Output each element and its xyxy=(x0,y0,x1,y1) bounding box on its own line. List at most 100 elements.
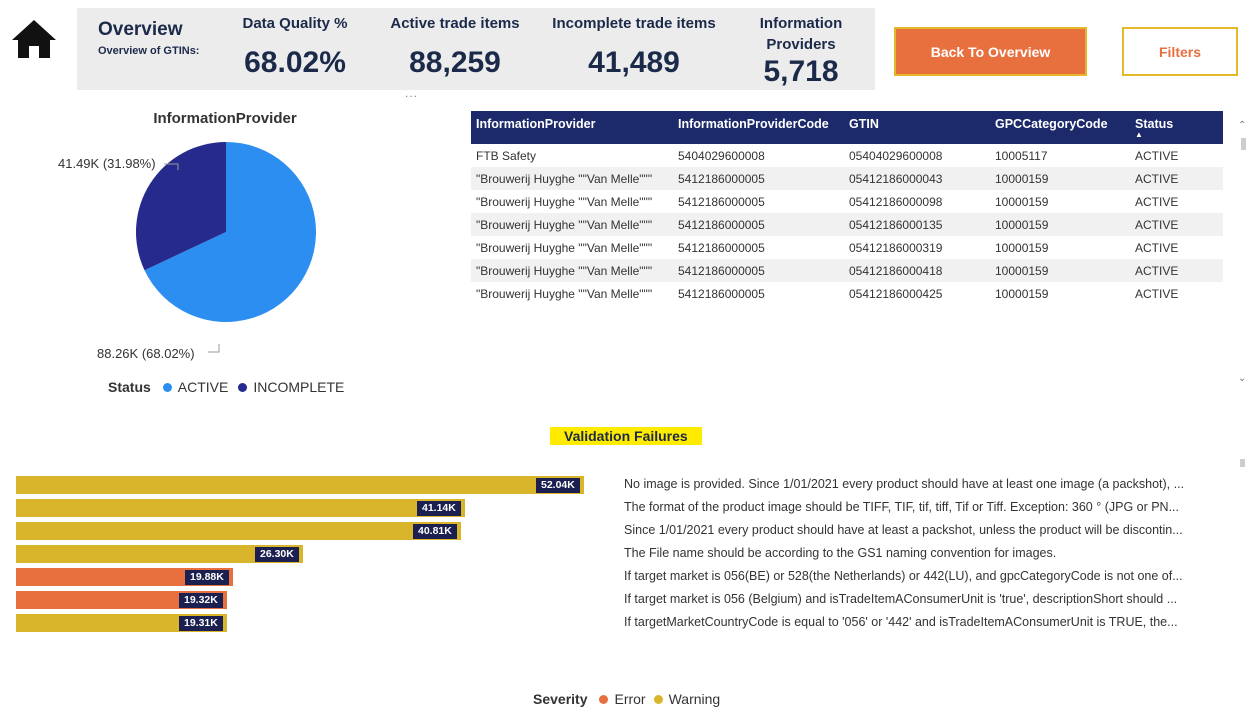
cell-provider: FTB Safety xyxy=(476,149,537,163)
kpi-panel: Overview Overview of GTINs: Data Quality… xyxy=(77,8,875,100)
severity-legend: Severity Error Warning xyxy=(533,691,720,707)
cell-gpc: 10000159 xyxy=(990,213,1130,236)
legend-item-error[interactable]: Error xyxy=(614,691,645,707)
column-header-information-provider[interactable]: InformationProvider xyxy=(471,111,673,144)
filters-button[interactable]: Filters xyxy=(1122,27,1238,76)
validation-rule-text: The format of the product image should b… xyxy=(624,500,1180,514)
validation-bar-row[interactable]: 19.32K xyxy=(16,591,584,609)
kpi-active-items: Active trade items 88,259 xyxy=(375,13,535,80)
legend-item-incomplete[interactable]: INCOMPLETE xyxy=(253,379,344,395)
validation-bar-row[interactable]: 40.81K xyxy=(16,522,584,540)
validation-bar[interactable] xyxy=(16,499,465,517)
legend-dot-active xyxy=(162,382,172,392)
validation-rule-text: Since 1/01/2021 every product should hav… xyxy=(624,523,1183,537)
table-row[interactable]: "Brouwerij Huyghe ""Van Melle""" 5412186… xyxy=(471,167,1223,190)
cell-provider: "Brouwerij Huyghe ""Van Melle""" xyxy=(471,167,673,190)
cell-gpc: 10000159 xyxy=(995,287,1049,301)
cell-provider-code: 5412186000005 xyxy=(678,287,765,301)
kpi-information-providers: Information Providers 5,718 xyxy=(737,13,865,89)
cell-gtin: 05412186000098 xyxy=(849,195,943,209)
cell-provider-code: 5412186000005 xyxy=(673,259,844,282)
cell-status: ACTIVE xyxy=(1130,167,1223,190)
column-header-information-provider-code[interactable]: InformationProviderCode xyxy=(673,111,844,144)
column-header-status-label: Status xyxy=(1135,117,1174,131)
gtin-table: InformationProvider InformationProviderC… xyxy=(471,111,1223,402)
column-header-gtin[interactable]: GTIN xyxy=(844,111,990,144)
legend-dot-warning xyxy=(653,694,663,704)
kpi-value: 68.02% xyxy=(244,46,346,79)
cell-gtin: 05412186000043 xyxy=(844,167,990,190)
cell-status: ACTIVE xyxy=(1135,241,1179,255)
validation-rule-text: No image is provided. Since 1/01/2021 ev… xyxy=(624,477,1185,491)
validation-rule-text: If targetMarketCountryCode is equal to '… xyxy=(624,615,1178,629)
chevron-up-icon[interactable]: ⌃ xyxy=(1238,120,1246,131)
pie-label-incomplete: 41.49K (31.98%) xyxy=(58,156,156,171)
table-row[interactable]: FTB Safety 5404029600008 05404029600008 … xyxy=(471,144,1223,167)
table-row[interactable]: "Brouwerij Huyghe ""Van Melle""" 5412186… xyxy=(471,236,1223,259)
table-header-row: InformationProvider InformationProviderC… xyxy=(471,111,1223,144)
kpi-label: Active trade items xyxy=(390,15,520,32)
validation-rule-text: The File name should be according to the… xyxy=(624,546,1057,560)
validation-bar-value: 52.04K xyxy=(536,478,580,493)
table-row[interactable]: "Brouwerij Huyghe ""Van Melle""" 5412186… xyxy=(471,213,1223,236)
cell-gpc: 10005117 xyxy=(995,149,1048,163)
validation-bar-row[interactable]: 52.04K xyxy=(16,476,584,494)
legend-dot-error xyxy=(599,694,609,704)
legend-item-warning[interactable]: Warning xyxy=(669,691,721,707)
pie-label-active: 88.26K (68.02%) xyxy=(97,346,195,361)
cell-gpc: 10000159 xyxy=(990,167,1130,190)
cell-gtin: 05412186000319 xyxy=(849,241,943,255)
validation-rule-text: If target market is 056 (Belgium) and is… xyxy=(624,592,1178,606)
overview-subtitle: Overview of GTINs: xyxy=(98,45,200,57)
kpi-label: Incomplete trade items xyxy=(552,15,716,32)
cell-provider: "Brouwerij Huyghe ""Van Melle""" xyxy=(471,213,673,236)
cell-gtin: 05412186000135 xyxy=(844,213,990,236)
validation-bar-value: 19.32K xyxy=(179,593,223,608)
cell-gpc: 10000159 xyxy=(990,259,1130,282)
back-to-overview-button[interactable]: Back To Overview xyxy=(894,27,1087,76)
leader-line-active xyxy=(208,344,220,353)
table-row[interactable]: "Brouwerij Huyghe ""Van Melle""" 5412186… xyxy=(471,282,1223,305)
cell-provider: "Brouwerij Huyghe ""Van Melle""" xyxy=(476,241,653,255)
cell-status: ACTIVE xyxy=(1130,259,1223,282)
chevron-down-icon[interactable]: ⌄ xyxy=(1238,373,1246,384)
cell-provider: "Brouwerij Huyghe ""Van Melle""" xyxy=(471,259,673,282)
validation-bar-row[interactable]: 19.88K xyxy=(16,568,584,586)
kpi-label: Information Providers xyxy=(759,15,843,53)
kpi-label: Data Quality % xyxy=(242,15,348,32)
cell-provider-code: 5412186000005 xyxy=(673,167,844,190)
validation-failures-title: Validation Failures xyxy=(550,427,702,445)
cell-provider-code: 5412186000005 xyxy=(678,241,765,255)
cell-status: ACTIVE xyxy=(1135,195,1179,209)
kpi-data-quality: Data Quality % 68.02% xyxy=(225,13,365,80)
validation-bar-value: 26.30K xyxy=(255,547,299,562)
validation-bar-value: 40.81K xyxy=(413,524,457,539)
cell-provider-code: 5412186000005 xyxy=(678,195,765,209)
table-row[interactable]: "Brouwerij Huyghe ""Van Melle""" 5412186… xyxy=(471,190,1223,213)
column-header-status[interactable]: Status ▲ xyxy=(1130,111,1223,144)
validation-bar-row[interactable]: 26.30K xyxy=(16,545,584,563)
cell-provider-code: 5412186000005 xyxy=(673,213,844,236)
sort-ascending-icon: ▲ xyxy=(1135,130,1143,139)
pie-chart-title: InformationProvider xyxy=(153,110,297,127)
cell-gpc: 10000159 xyxy=(995,241,1049,255)
column-header-gpc-category-code[interactable]: GPCCategoryCode xyxy=(990,111,1130,144)
cell-status: ACTIVE xyxy=(1135,149,1179,163)
cell-gtin: 05412186000418 xyxy=(844,259,990,282)
validation-bar[interactable] xyxy=(16,522,461,540)
legend-item-active[interactable]: ACTIVE xyxy=(178,379,229,395)
overview-title: Overview xyxy=(98,19,183,40)
validation-bar-row[interactable]: 19.31K xyxy=(16,614,584,632)
table-scrollbar[interactable] xyxy=(1241,138,1246,150)
validation-bar[interactable] xyxy=(16,476,584,494)
legend-title: Severity xyxy=(533,691,588,707)
validation-bar-row[interactable]: 41.14K xyxy=(16,499,584,517)
more-options-dots[interactable]: ... xyxy=(405,86,418,100)
cell-provider: "Brouwerij Huyghe ""Van Melle""" xyxy=(476,195,653,209)
kpi-value: 5,718 xyxy=(763,55,839,88)
validation-scrollbar[interactable] xyxy=(1240,459,1245,467)
validation-bar-value: 19.31K xyxy=(179,616,223,631)
table-row[interactable]: "Brouwerij Huyghe ""Van Melle""" 5412186… xyxy=(471,259,1223,282)
home-icon[interactable] xyxy=(10,18,58,60)
legend-title: Status xyxy=(108,379,151,395)
